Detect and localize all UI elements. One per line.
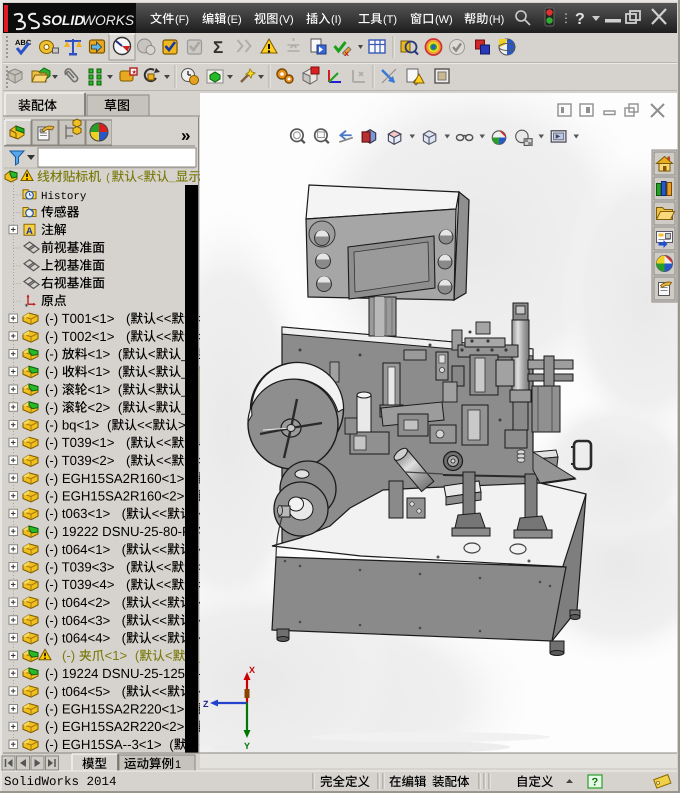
svg-text:(-) T039<2>: (-) T039<2> <box>45 453 115 468</box>
svg-text:(F): (F) <box>175 14 189 26</box>
svg-text:(: ( <box>119 435 131 450</box>
svg-text:★: ★ <box>132 69 137 76</box>
svg-text:<<: << <box>152 684 168 699</box>
svg-text:(-) T039<4>: (-) T039<4> <box>45 577 115 592</box>
svg-text:<: < <box>148 347 156 362</box>
svg-text:<1>: <1> <box>88 347 111 362</box>
svg-text:?: ? <box>592 777 599 789</box>
svg-text:(: ( <box>131 648 140 663</box>
svg-text:(T): (T) <box>383 14 397 26</box>
svg-text:(: ( <box>166 737 175 752</box>
svg-text:(: ( <box>119 453 131 468</box>
svg-text:(H): (H) <box>489 14 504 26</box>
svg-text:?: ? <box>575 11 585 28</box>
svg-text:(: ( <box>114 364 123 379</box>
svg-text:(: ( <box>114 595 126 610</box>
svg-text:<<: << <box>152 542 168 557</box>
svg-text:(-) T001<1>: (-) T001<1> <box>45 311 115 326</box>
svg-text:(: ( <box>114 613 126 628</box>
svg-text:A: A <box>26 226 33 237</box>
svg-text:(I): (I) <box>331 14 341 26</box>
svg-text:<: < <box>165 648 173 663</box>
svg-text:<1>: <1> <box>88 382 111 397</box>
svg-text:(-): (-) <box>62 648 79 663</box>
svg-text:(: ( <box>119 311 131 326</box>
svg-text:(-): (-) <box>45 400 62 415</box>
svg-text:(-) t064<4>: (-) t064<4> <box>45 631 111 646</box>
svg-text:(E): (E) <box>227 14 242 26</box>
svg-text:(-) T002<1>: (-) T002<1> <box>45 329 115 344</box>
svg-text:X: X <box>249 665 255 675</box>
svg-text:(-): (-) <box>45 347 62 362</box>
svg-text:<<: << <box>156 329 172 344</box>
svg-text:Z: Z <box>203 699 209 709</box>
svg-text:(: ( <box>114 506 126 521</box>
svg-text:<<: << <box>156 453 172 468</box>
svg-text:<<: << <box>156 577 172 592</box>
svg-text:(-) EGH15SA2R160<2>: (-) EGH15SA2R160<2> <box>45 489 185 504</box>
svg-text:(: ( <box>114 400 123 415</box>
svg-text:<<: << <box>156 311 172 326</box>
svg-text:<<: << <box>152 595 168 610</box>
svg-text:(V): (V) <box>279 14 294 26</box>
svg-text:SOLID: SOLID <box>42 13 84 28</box>
svg-text:ABC: ABC <box>15 38 32 47</box>
svg-text:(: ( <box>114 542 126 557</box>
svg-text:(-) T039<1>: (-) T039<1> <box>45 435 115 450</box>
svg-text:<<: << <box>156 435 172 450</box>
svg-text:(-) t064<5>: (-) t064<5> <box>45 684 111 699</box>
svg-text:(-): (-) <box>45 382 62 397</box>
svg-text:<: < <box>148 364 156 379</box>
svg-text:⋮: ⋮ <box>560 11 572 25</box>
svg-text:1: 1 <box>175 759 181 771</box>
svg-text:<: < <box>137 173 143 185</box>
svg-text:x: x <box>345 49 350 58</box>
svg-text:(: ( <box>103 418 112 433</box>
svg-text:(: ( <box>114 382 123 397</box>
svg-text:(: ( <box>114 631 126 646</box>
svg-text:(-) t064<3>: (-) t064<3> <box>45 613 111 628</box>
svg-text:<: < <box>148 382 156 397</box>
svg-text:»: » <box>181 126 190 145</box>
svg-text:_: _ <box>168 173 176 185</box>
svg-text:<2>: <2> <box>88 400 111 415</box>
svg-text:(-) EGH15SA2R220<2>: (-) EGH15SA2R220<2> <box>45 719 185 734</box>
svg-text:Σ: Σ <box>213 38 223 57</box>
svg-text:(-) EGH15SA2R160<1>: (-) EGH15SA2R160<1> <box>45 471 185 486</box>
svg-text:<<: << <box>137 418 153 433</box>
svg-text:(-) T039<3>: (-) T039<3> <box>45 560 115 575</box>
svg-text:(: ( <box>105 173 111 185</box>
svg-text:<1>: <1> <box>88 364 111 379</box>
svg-text:(-) bq<1>: (-) bq<1> <box>45 418 100 433</box>
svg-text:History: History <box>41 191 87 203</box>
svg-text:(: ( <box>119 577 131 592</box>
svg-text:✶: ✶ <box>24 302 29 309</box>
svg-text:(: ( <box>114 684 126 699</box>
svg-text:<<: << <box>152 631 168 646</box>
svg-text:<<: << <box>152 506 168 521</box>
svg-text:(W): (W) <box>435 14 453 26</box>
svg-text:<<: << <box>156 560 172 575</box>
svg-text:WORKS: WORKS <box>82 13 135 28</box>
svg-text:(-): (-) <box>45 364 62 379</box>
svg-text:<: < <box>148 400 156 415</box>
svg-text:SolidWorks 2014: SolidWorks 2014 <box>4 775 117 789</box>
svg-text:(: ( <box>119 329 131 344</box>
svg-text:(: ( <box>119 560 131 575</box>
svg-text:(-) t063<1>: (-) t063<1> <box>45 506 111 521</box>
svg-text:<1>: <1> <box>105 648 128 663</box>
svg-text:(: ( <box>114 347 123 362</box>
svg-text:(-) t064<2>: (-) t064<2> <box>45 595 111 610</box>
svg-text:Y: Y <box>244 741 250 751</box>
svg-text:(-) EGH15SA2R220<1>: (-) EGH15SA2R220<1> <box>45 702 185 717</box>
svg-text:(-) t064<1>: (-) t064<1> <box>45 542 111 557</box>
svg-text:<<: << <box>152 613 168 628</box>
svg-text:(-) EGH15SA--3<1>: (-) EGH15SA--3<1> <box>45 737 162 752</box>
